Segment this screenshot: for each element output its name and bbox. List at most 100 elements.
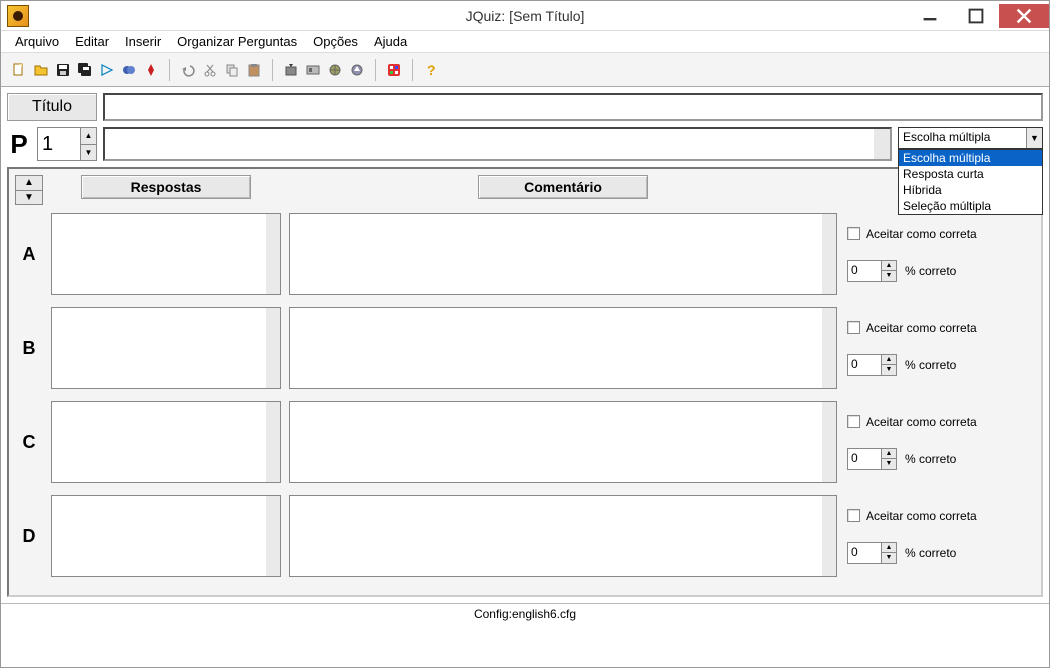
pct-spinner[interactable]: 0 ▲▼ [847, 448, 897, 470]
answer-row: A Aceitar como correta 0 ▲▼ % correto [15, 213, 1035, 295]
answer-settings: Aceitar como correta 0 ▲▼ % correto [845, 495, 1035, 577]
delete-icon[interactable] [141, 60, 161, 80]
question-number-down[interactable]: ▼ [81, 145, 96, 161]
resposta-input[interactable] [51, 307, 281, 389]
pct-label: % correto [905, 546, 956, 560]
upload-icon[interactable] [347, 60, 367, 80]
pct-up[interactable]: ▲ [882, 449, 896, 460]
pct-value[interactable]: 0 [848, 355, 881, 375]
new-icon[interactable] [9, 60, 29, 80]
insert-image-icon[interactable] [97, 60, 117, 80]
titlebar: JQuiz: [Sem Título] [1, 1, 1049, 31]
question-type-option[interactable]: Híbrida [899, 182, 1042, 198]
undo-icon[interactable] [178, 60, 198, 80]
save-all-icon[interactable] [75, 60, 95, 80]
pct-value[interactable]: 0 [848, 543, 881, 563]
menubar: Arquivo Editar Inserir Organizar Pergunt… [1, 31, 1049, 53]
menu-inserir[interactable]: Inserir [117, 32, 169, 51]
comentario-header[interactable]: Comentário [478, 175, 648, 199]
question-number-value[interactable]: 1 [38, 128, 80, 160]
answers-area: ▲ ▼ Respostas Comentário A Aceitar como … [7, 167, 1043, 597]
status-config: Config:english6.cfg [474, 607, 576, 621]
pct-down[interactable]: ▼ [882, 553, 896, 563]
question-type-option[interactable]: Escolha múltipla [899, 150, 1042, 166]
open-icon[interactable] [31, 60, 51, 80]
answer-row: B Aceitar como correta 0 ▲▼ % correto [15, 307, 1035, 389]
question-type-option[interactable]: Seleção múltipla [899, 198, 1042, 214]
close-button[interactable] [999, 4, 1049, 28]
pct-up[interactable]: ▲ [882, 355, 896, 366]
properties-icon[interactable] [384, 60, 404, 80]
menu-arquivo[interactable]: Arquivo [7, 32, 67, 51]
copy-icon[interactable] [222, 60, 242, 80]
minimize-button[interactable] [907, 4, 953, 28]
pct-value[interactable]: 0 [848, 449, 881, 469]
aceitar-checkbox[interactable] [847, 509, 860, 522]
app-icon [7, 5, 29, 27]
answer-settings: Aceitar como correta 0 ▲▼ % correto [845, 401, 1035, 483]
svg-text:?: ? [427, 62, 436, 78]
aceitar-label: Aceitar como correta [866, 415, 977, 429]
aceitar-checkbox[interactable] [847, 321, 860, 334]
resposta-input[interactable] [51, 495, 281, 577]
respostas-header[interactable]: Respostas [81, 175, 251, 199]
answer-nav-stepper[interactable]: ▲ ▼ [15, 175, 43, 205]
menu-editar[interactable]: Editar [67, 32, 117, 51]
pct-value[interactable]: 0 [848, 261, 881, 281]
comentario-input[interactable] [289, 307, 837, 389]
question-type-dropdown[interactable]: Escolha múltipla ▼ [898, 127, 1043, 149]
question-type-selected: Escolha múltipla [899, 128, 1026, 148]
export-icon[interactable] [281, 60, 301, 80]
paste-icon[interactable] [244, 60, 264, 80]
question-number-spinner[interactable]: 1 ▲ ▼ [37, 127, 97, 161]
aceitar-label: Aceitar como correta [866, 509, 977, 523]
question-type-list: Escolha múltipla Resposta curta Híbrida … [898, 149, 1043, 215]
answer-settings: Aceitar como correta 0 ▲▼ % correto [845, 213, 1035, 295]
menu-organizar[interactable]: Organizar Perguntas [169, 32, 305, 51]
aceitar-checkbox[interactable] [847, 227, 860, 240]
answer-letter: B [15, 307, 43, 389]
pct-spinner[interactable]: 0 ▲▼ [847, 260, 897, 282]
toolbar: ? [1, 53, 1049, 87]
cut-icon[interactable] [200, 60, 220, 80]
save-icon[interactable] [53, 60, 73, 80]
insert-object-icon[interactable] [119, 60, 139, 80]
pct-spinner[interactable]: 0 ▲▼ [847, 542, 897, 564]
window-title: JQuiz: [Sem Título] [466, 8, 585, 24]
pct-up[interactable]: ▲ [882, 261, 896, 272]
help-icon[interactable]: ? [421, 60, 441, 80]
comentario-input[interactable] [289, 401, 837, 483]
question-row: P 1 ▲ ▼ Escolha múltipla ▼ Escolha múlti… [7, 127, 1043, 161]
preview-icon[interactable] [303, 60, 323, 80]
pct-spinner[interactable]: 0 ▲▼ [847, 354, 897, 376]
question-p-label: P [7, 127, 31, 161]
comentario-input[interactable] [289, 495, 837, 577]
question-text-input[interactable] [103, 127, 892, 161]
menu-ajuda[interactable]: Ajuda [366, 32, 415, 51]
answer-letter: A [15, 213, 43, 295]
resposta-input[interactable] [51, 401, 281, 483]
publish-icon[interactable] [325, 60, 345, 80]
aceitar-label: Aceitar como correta [866, 321, 977, 335]
menu-opcoes[interactable]: Opções [305, 32, 366, 51]
pct-down[interactable]: ▼ [882, 271, 896, 281]
pct-up[interactable]: ▲ [882, 543, 896, 554]
answer-letter: D [15, 495, 43, 577]
comentario-input[interactable] [289, 213, 837, 295]
aceitar-label: Aceitar como correta [866, 227, 977, 241]
aceitar-checkbox[interactable] [847, 415, 860, 428]
answer-nav-down[interactable]: ▼ [16, 191, 42, 205]
pct-down[interactable]: ▼ [882, 459, 896, 469]
title-row: Título [7, 93, 1043, 121]
question-type-option[interactable]: Resposta curta [899, 166, 1042, 182]
maximize-button[interactable] [953, 4, 999, 28]
window-controls [907, 4, 1049, 28]
pct-down[interactable]: ▼ [882, 365, 896, 375]
title-input[interactable] [103, 93, 1043, 121]
answer-row: C Aceitar como correta 0 ▲▼ % correto [15, 401, 1035, 483]
question-number-up[interactable]: ▲ [81, 128, 96, 145]
resposta-input[interactable] [51, 213, 281, 295]
pct-label: % correto [905, 358, 956, 372]
answer-nav-up[interactable]: ▲ [16, 176, 42, 191]
pct-label: % correto [905, 264, 956, 278]
